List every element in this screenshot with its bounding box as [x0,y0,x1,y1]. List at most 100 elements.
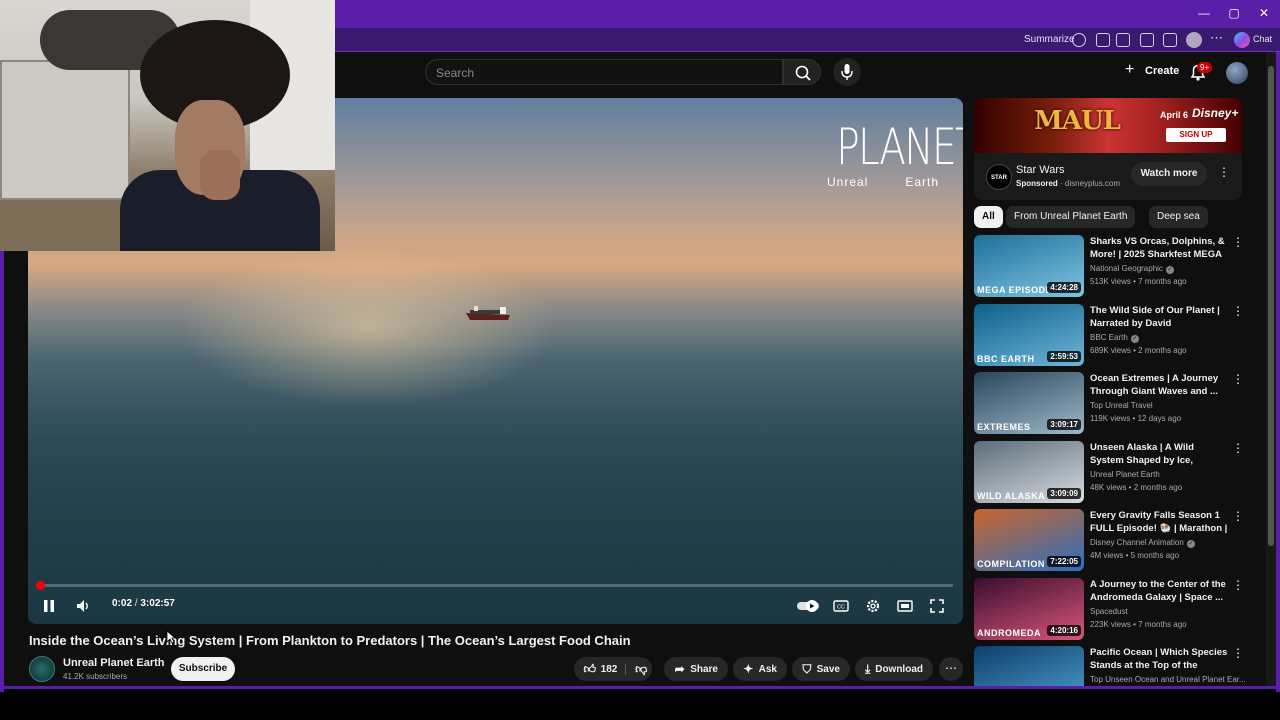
ad-title[interactable]: Star Wars [1016,164,1065,176]
profile-icon[interactable] [1186,32,1202,48]
window-frame-right [1276,52,1280,692]
chip-deep-sea[interactable]: Deep sea [1149,206,1208,228]
account-avatar[interactable] [1226,62,1248,84]
recommendation-meta: 119K views • 12 days ago [1090,414,1182,423]
progress-scrubber[interactable] [36,581,46,590]
recommendation-thumbnail[interactable]: MEGA EPISODE 4:24:28 [974,235,1084,297]
recommendation-channel[interactable]: Unreal Planet Earth [1090,470,1160,479]
recommendation-title[interactable]: The Wild Side of Our Planet | Narrated b… [1090,304,1228,330]
recommendation-thumbnail[interactable]: WILD ALASKA 3:09:09 [974,440,1084,503]
ad-watch-more-button[interactable]: Watch more [1131,162,1207,186]
ad-banner[interactable]: MAUL April 6 Disney+ SIGN UP [974,98,1242,153]
ask-label: Ask [758,663,777,675]
recommendation-channel[interactable]: Top Unreal Travel [1090,401,1153,410]
search-input[interactable] [436,64,766,82]
recommendation-thumbnail[interactable]: BBC EARTH 2:59:53 [974,303,1084,366]
scroll-thumb[interactable] [1268,66,1274,546]
recommendation-more-icon[interactable]: ⋮ [1232,578,1244,592]
recommendation-channel[interactable]: Spacedust [1090,607,1128,616]
dislike-icon[interactable]: 👎︎ [634,662,648,676]
progress-bar[interactable] [36,581,953,590]
recommendation-more-icon[interactable]: ⋮ [1232,441,1244,455]
recommendation-thumbnail[interactable]: EXTREMES 3:09:17 [974,372,1084,434]
search-button[interactable] [783,59,821,85]
pause-button[interactable] [36,593,62,619]
channel-avatar[interactable] [29,656,55,682]
captions-icon: CC [833,600,849,612]
share-button[interactable]: ➦ Share [664,657,728,681]
recommendation-title[interactable]: Every Gravity Falls Season 1 FULL Episod… [1090,509,1228,535]
copilot-icon[interactable] [1234,32,1250,48]
settings-button[interactable] [860,593,886,619]
recommendation-item[interactable]: EXTREMES 3:09:17 Ocean Extremes | A Journe… [974,372,1266,436]
recommendation-item[interactable]: ANDROMEDA 4:20:16 A Journey to the Center … [974,577,1266,642]
more-actions-button[interactable]: ⋯ [939,657,963,681]
recommendation-channel-name: Top Unseen Ocean and Unreal Planet Ear..… [1090,675,1246,684]
save-button[interactable]: ⛉ Save [792,657,850,681]
recommendation-thumbnail[interactable]: ANDROMEDA 4:20:16 [974,577,1084,640]
recommendation-channel[interactable]: Top Unseen Ocean and Unreal Planet Ear..… [1090,675,1246,684]
download-button[interactable]: ⤓ Download [855,657,933,681]
split-screen-icon[interactable] [1096,33,1110,47]
more-options-icon[interactable]: ⋯ [1210,30,1223,46]
channel-name[interactable]: Unreal Planet Earth [63,657,164,669]
captions-button[interactable]: CC [828,593,854,619]
recommendation-item[interactable]: WILD ALASKA 3:09:09 Unseen Alaska | A Wild… [974,440,1266,505]
restore-icon[interactable]: ▢ [1226,6,1242,20]
recommendation-title[interactable]: Unseen Alaska | A Wild System Shaped by … [1090,441,1228,467]
current-time: 0:02 [112,598,133,609]
recommendation-item[interactable]: COMPILATION 7:22:05 Every Gravity Falls Se… [974,509,1266,573]
collections-icon[interactable] [1163,33,1177,47]
svg-text:CC: CC [837,605,845,611]
recommendation-title[interactable]: Sharks VS Orcas, Dolphins, & More! | 202… [1090,235,1228,261]
recommendation-channel-name: Spacedust [1090,606,1128,616]
volume-button[interactable] [70,593,96,619]
recommendation-channel[interactable]: National Geographic ✓ [1090,264,1174,274]
watermark-sub-right: Earth [905,175,939,189]
fullscreen-button[interactable] [924,593,950,619]
like-icon[interactable]: 👍︎ [583,662,597,676]
chat-button[interactable]: Chat [1253,34,1272,44]
recommendation-channel-name: Unreal Planet Earth [1090,469,1160,479]
subscribe-button[interactable]: Subscribe [171,657,235,681]
sponsored-ad[interactable]: MAUL April 6 Disney+ SIGN UP STAR WARS S… [974,98,1242,200]
recommendation-more-icon[interactable]: ⋮ [1232,304,1244,318]
recommendation-channel[interactable]: Disney Channel Animation ✓ [1090,538,1195,548]
recommendation-item[interactable]: MEGA EPISODE 4:24:28 Sharks VS Orcas, Dolp… [974,235,1266,299]
theater-mode-button[interactable] [892,593,918,619]
chip-all[interactable]: All [974,206,1003,228]
subscriber-count: 41.2K subscribers [63,672,128,681]
chip-from-channel[interactable]: From Unreal Planet Earth [1006,206,1136,228]
recommendation-thumbnail[interactable]: COMPILATION 7:22:05 [974,509,1084,571]
recommendation-more-icon[interactable]: ⋮ [1232,646,1244,660]
recommendation-more-icon[interactable]: ⋮ [1232,372,1244,386]
voice-search-button[interactable] [833,58,861,86]
ask-button[interactable]: ✦ Ask [733,657,787,681]
extensions-icon[interactable] [1140,33,1154,47]
autoplay-toggle[interactable] [794,593,822,619]
close-icon[interactable]: ✕ [1256,6,1272,20]
webcam-shelf [0,60,130,200]
thumbnail-label: WILD ALASKA [977,490,1046,501]
recommendation-more-icon[interactable]: ⋮ [1232,509,1244,523]
recommendation-meta: 48K views • 2 months ago [1090,482,1183,492]
ad-signup-button[interactable]: SIGN UP [1166,128,1226,142]
summarize-button[interactable]: Summarize [1024,34,1075,45]
recommendation-item[interactable]: BBC EARTH 2:59:53 The Wild Side of Our Pla… [974,303,1266,368]
minimize-icon[interactable]: — [1196,6,1212,20]
ad-more-icon[interactable]: ⋮ [1218,165,1230,179]
like-count[interactable]: 182 [601,663,627,675]
recommendation-item[interactable]: Pacific Ocean | Which Species Stands at … [974,646,1266,686]
recommendation-title[interactable]: Pacific Ocean | Which Species Stands at … [1090,646,1228,672]
recommendation-thumbnail[interactable] [974,646,1084,686]
pause-icon [44,600,54,612]
recommendation-more-icon[interactable]: ⋮ [1232,235,1244,249]
create-button[interactable]: + Create [1117,59,1179,85]
ad-banner-brand: Disney+ [1192,106,1239,120]
recommendation-meta: 4M views • 5 months ago [1090,551,1180,560]
recommendation-title[interactable]: A Journey to the Center of the Andromeda… [1090,578,1228,604]
recommendation-title[interactable]: Ocean Extremes | A Journey Through Giant… [1090,372,1228,398]
recommendation-channel[interactable]: BBC Earth ✓ [1090,333,1139,343]
favorite-icon[interactable] [1116,33,1130,47]
page-scrollbar[interactable] [1266,52,1276,686]
